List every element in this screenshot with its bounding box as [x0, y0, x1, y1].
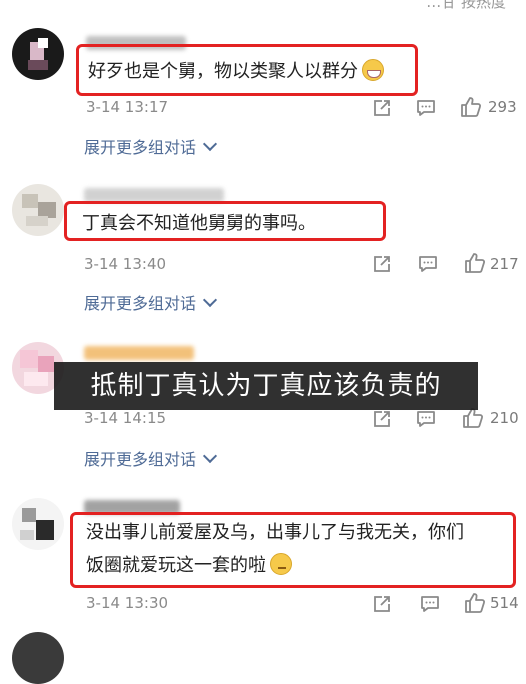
comment-time: 3-14 13:30: [86, 594, 169, 612]
like-count: 210: [490, 409, 519, 427]
thumbs-up-icon[interactable]: [460, 96, 482, 118]
share-icon[interactable]: [372, 409, 392, 429]
thumbs-up-icon[interactable]: [462, 407, 484, 429]
expand-thread-link[interactable]: 展开更多组对话: [84, 290, 218, 314]
expand-thread-label: 展开更多组对话: [84, 138, 197, 157]
video-subtitle: 抵制丁真认为丁真应该负责的: [54, 362, 478, 410]
comment-text: 没出事儿前爱屋及乌，出事儿了与我无关，你们: [86, 518, 464, 548]
like-count: 217: [490, 255, 519, 273]
share-icon[interactable]: [372, 254, 392, 274]
chevron-down-icon: [202, 292, 218, 308]
thinking-emoji-icon: [270, 553, 292, 575]
comment-icon[interactable]: [416, 98, 436, 118]
grin-emoji-icon: [362, 59, 384, 81]
comment-text: 饭圈就爱玩这一套的啦: [86, 551, 292, 581]
username[interactable]: [86, 36, 186, 50]
comment-time: 3-14 14:15: [84, 409, 167, 427]
expand-thread-link[interactable]: 展开更多组对话: [84, 134, 218, 158]
comment-text-line2: 饭圈就爱玩这一套的啦: [86, 555, 266, 576]
avatar[interactable]: [12, 28, 64, 80]
comment-time: 3-14 13:17: [86, 98, 169, 116]
sort-toggle[interactable]: …甘 按热度: [426, 0, 506, 12]
comment-icon[interactable]: [418, 254, 438, 274]
expand-thread-label: 展开更多组对话: [84, 294, 197, 313]
username[interactable]: [84, 188, 224, 202]
chevron-down-icon: [202, 136, 218, 152]
share-icon[interactable]: [372, 98, 392, 118]
thumbs-up-icon[interactable]: [464, 592, 486, 614]
avatar[interactable]: [12, 498, 64, 550]
comment-time: 3-14 13:40: [84, 255, 167, 273]
like-count: 514: [490, 594, 519, 612]
username[interactable]: [84, 346, 194, 360]
comment-text: 丁真会不知道他舅舅的事吗。: [82, 209, 316, 239]
comment-text-content: 好歹也是个舅，物以类聚人以群分: [88, 61, 358, 82]
avatar[interactable]: [12, 184, 64, 236]
username[interactable]: [84, 500, 180, 514]
comment-icon[interactable]: [416, 409, 436, 429]
comment-text-content: 丁真会不知道他舅舅的事吗。: [82, 213, 316, 234]
comment-text: 好歹也是个舅，物以类聚人以群分: [88, 57, 384, 87]
expand-thread-link[interactable]: 展开更多组对话: [84, 446, 218, 470]
like-count: 293: [488, 98, 517, 116]
comment-text-line1: 没出事儿前爱屋及乌，出事儿了与我无关，你们: [86, 522, 464, 543]
expand-thread-label: 展开更多组对话: [84, 450, 197, 469]
thumbs-up-icon[interactable]: [464, 252, 486, 274]
top-bar: …甘 按热度: [0, 0, 526, 12]
comment-icon[interactable]: [420, 594, 440, 614]
share-icon[interactable]: [372, 594, 392, 614]
chevron-down-icon: [202, 448, 218, 464]
